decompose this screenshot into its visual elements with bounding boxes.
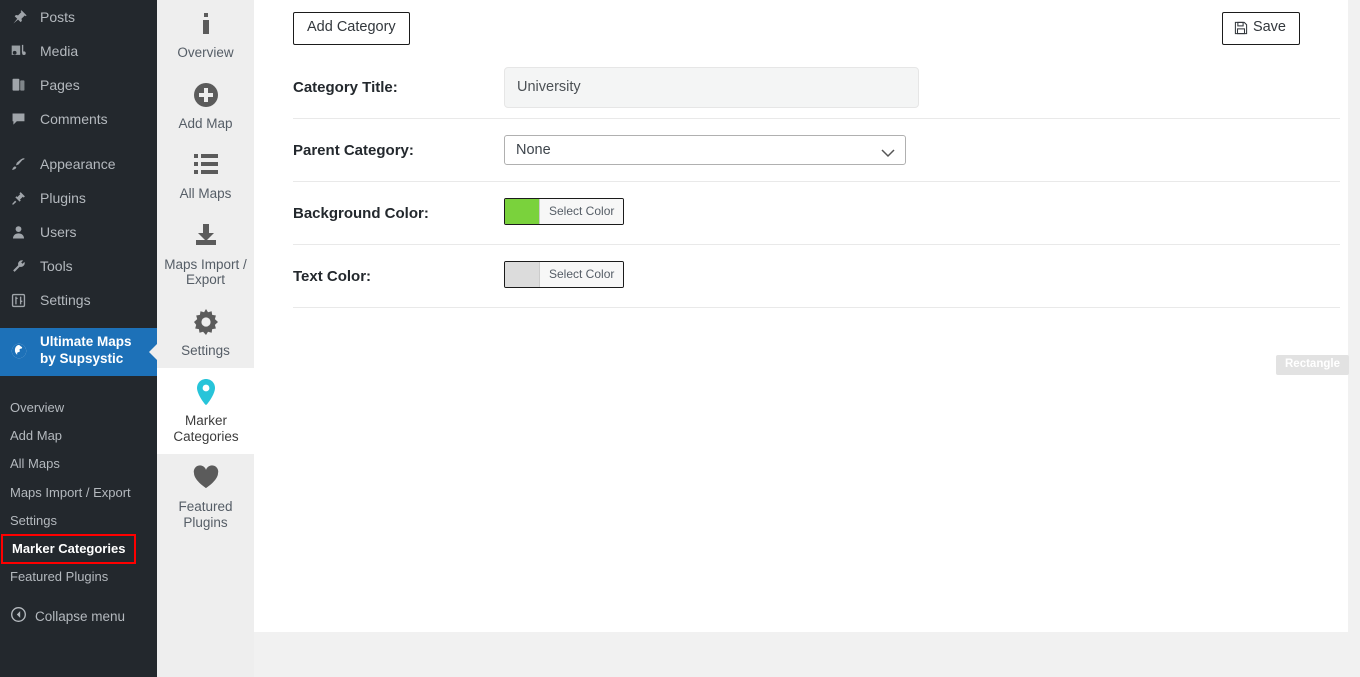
tab-label: Overview (177, 45, 234, 60)
main-content-panel: Add Category Save Category Title: Parent… (254, 0, 1349, 632)
text-select-color-label: Select Color (539, 261, 624, 287)
sidebar-divider (0, 136, 157, 147)
sidebar-item-comments[interactable]: Comments (0, 102, 157, 136)
sliders-icon (10, 290, 34, 310)
background-select-color-label: Select Color (539, 198, 624, 224)
parent-category-selected-value: None (516, 142, 551, 158)
plugin-vertical-tab-strip: Overview Add Map All Maps Maps Import / … (157, 0, 255, 677)
admin-page: Posts Media Pages Comments Appearance Pl… (0, 0, 1360, 677)
comments-icon (10, 109, 34, 129)
sidebar-item-label: Ultimate Maps by Supsystic (40, 334, 132, 366)
submenu-item-overview[interactable]: Overview (0, 394, 157, 422)
text-color-picker[interactable]: Select Color (504, 260, 625, 288)
media-icon (10, 41, 34, 61)
sidebar-item-settings[interactable]: Settings (0, 283, 157, 317)
category-title-field-wrap (504, 66, 1340, 108)
wordpress-admin-sidebar: Posts Media Pages Comments Appearance Pl… (0, 0, 157, 677)
tab-label: Featured Plugins (178, 499, 233, 530)
tab-maps-import-export[interactable]: Maps Import / Export (157, 212, 254, 298)
tab-all-maps[interactable]: All Maps (157, 141, 254, 212)
sidebar-item-label: Settings (40, 292, 91, 308)
sidebar-item-label: Plugins (40, 190, 86, 206)
save-button-label: Save (1252, 19, 1286, 35)
sidebar-item-label: Pages (40, 77, 80, 93)
tab-marker-categories[interactable]: Marker Categories (157, 368, 255, 455)
sidebar-item-label: Tools (40, 258, 73, 274)
tab-label: Settings (181, 342, 230, 358)
floppy-disk-icon (1234, 21, 1248, 35)
list-icon (161, 151, 250, 181)
form-row-parent-category: Parent Category: None (293, 119, 1340, 182)
text-color-field-wrap: Select Color (504, 260, 1340, 292)
sidebar-item-label: Posts (40, 9, 76, 25)
tab-overview[interactable]: Overview (157, 0, 254, 71)
download-icon (161, 222, 250, 252)
chevron-down-icon (881, 146, 895, 162)
background-color-swatch (505, 198, 539, 224)
tab-settings[interactable]: Settings (157, 298, 254, 369)
tab-label: Maps Import / Export (164, 256, 247, 288)
sidebar-item-posts[interactable]: Posts (0, 0, 157, 34)
sidebar-item-plugins[interactable]: Plugins (0, 181, 157, 215)
submenu-item-maps-import-export[interactable]: Maps Import / Export (0, 479, 157, 507)
category-title-label: Category Title: (293, 78, 398, 96)
submenu-item-marker-categories[interactable]: Marker Categories (0, 533, 137, 565)
submenu-item-all-maps[interactable]: All Maps (0, 450, 157, 478)
sidebar-item-users[interactable]: Users (0, 215, 157, 249)
submenu-item-settings[interactable]: Settings (0, 507, 157, 535)
info-icon (161, 10, 250, 40)
rectangle-tooltip: Rectangle (1276, 355, 1349, 375)
user-icon (10, 222, 34, 242)
gear-icon (161, 308, 250, 338)
submenu-item-featured-plugins[interactable]: Featured Plugins (0, 563, 157, 591)
submenu-item-add-map[interactable]: Add Map (0, 422, 157, 450)
sidebar-item-media[interactable]: Media (0, 34, 157, 68)
sidebar-item-label: Appearance (40, 156, 116, 172)
sidebar-divider (0, 317, 157, 328)
add-category-button[interactable]: Add Category (293, 12, 410, 45)
text-color-swatch (505, 261, 539, 287)
tab-label: All Maps (179, 186, 232, 202)
pin-icon (10, 7, 34, 27)
collapse-menu-label: Collapse menu (35, 608, 126, 624)
sidebar-item-ultimate-maps[interactable]: Ultimate Maps by Supsystic (0, 328, 157, 376)
parent-category-field-wrap: None (504, 135, 1340, 165)
content-toolbar: Add Category Save (254, 0, 1348, 56)
globe-icon (10, 341, 34, 361)
plug-icon (10, 188, 34, 208)
form-row-text-color: Text Color: Select Color (293, 245, 1340, 308)
tab-label: Marker Categories (173, 413, 239, 444)
brush-icon (10, 154, 34, 174)
wrench-icon (10, 256, 34, 276)
tab-add-map[interactable]: Add Map (157, 71, 254, 142)
tab-featured-plugins[interactable]: Featured Plugins (157, 454, 254, 540)
sidebar-item-label: Users (40, 224, 77, 240)
sidebar-item-label: Comments (40, 111, 108, 127)
background-color-label: Background Color: (293, 204, 429, 222)
pages-icon (10, 75, 34, 95)
sidebar-item-appearance[interactable]: Appearance (0, 147, 157, 181)
tab-label: Add Map (178, 115, 233, 131)
parent-category-label: Parent Category: (293, 141, 414, 159)
background-color-field-wrap: Select Color (504, 197, 1340, 229)
sidebar-item-label: Media (40, 43, 79, 59)
sidebar-item-pages[interactable]: Pages (0, 68, 157, 102)
collapse-menu-button[interactable]: Collapse menu (0, 600, 157, 632)
background-color-picker[interactable]: Select Color (504, 197, 625, 225)
text-color-label: Text Color: (293, 267, 372, 285)
map-pin-icon (161, 378, 251, 408)
form-row-background-color: Background Color: Select Color (293, 182, 1340, 245)
plugin-submenu: Overview Add Map All Maps Maps Import / … (0, 388, 157, 600)
parent-category-select[interactable]: None (504, 135, 906, 165)
sidebar-item-tools[interactable]: Tools (0, 249, 157, 283)
form-row-category-title: Category Title: (293, 56, 1340, 119)
save-button[interactable]: Save (1221, 12, 1300, 45)
category-title-input[interactable] (504, 66, 919, 108)
heart-icon (161, 464, 250, 494)
plus-circle-icon (161, 81, 250, 111)
collapse-arrow-icon (10, 606, 27, 626)
